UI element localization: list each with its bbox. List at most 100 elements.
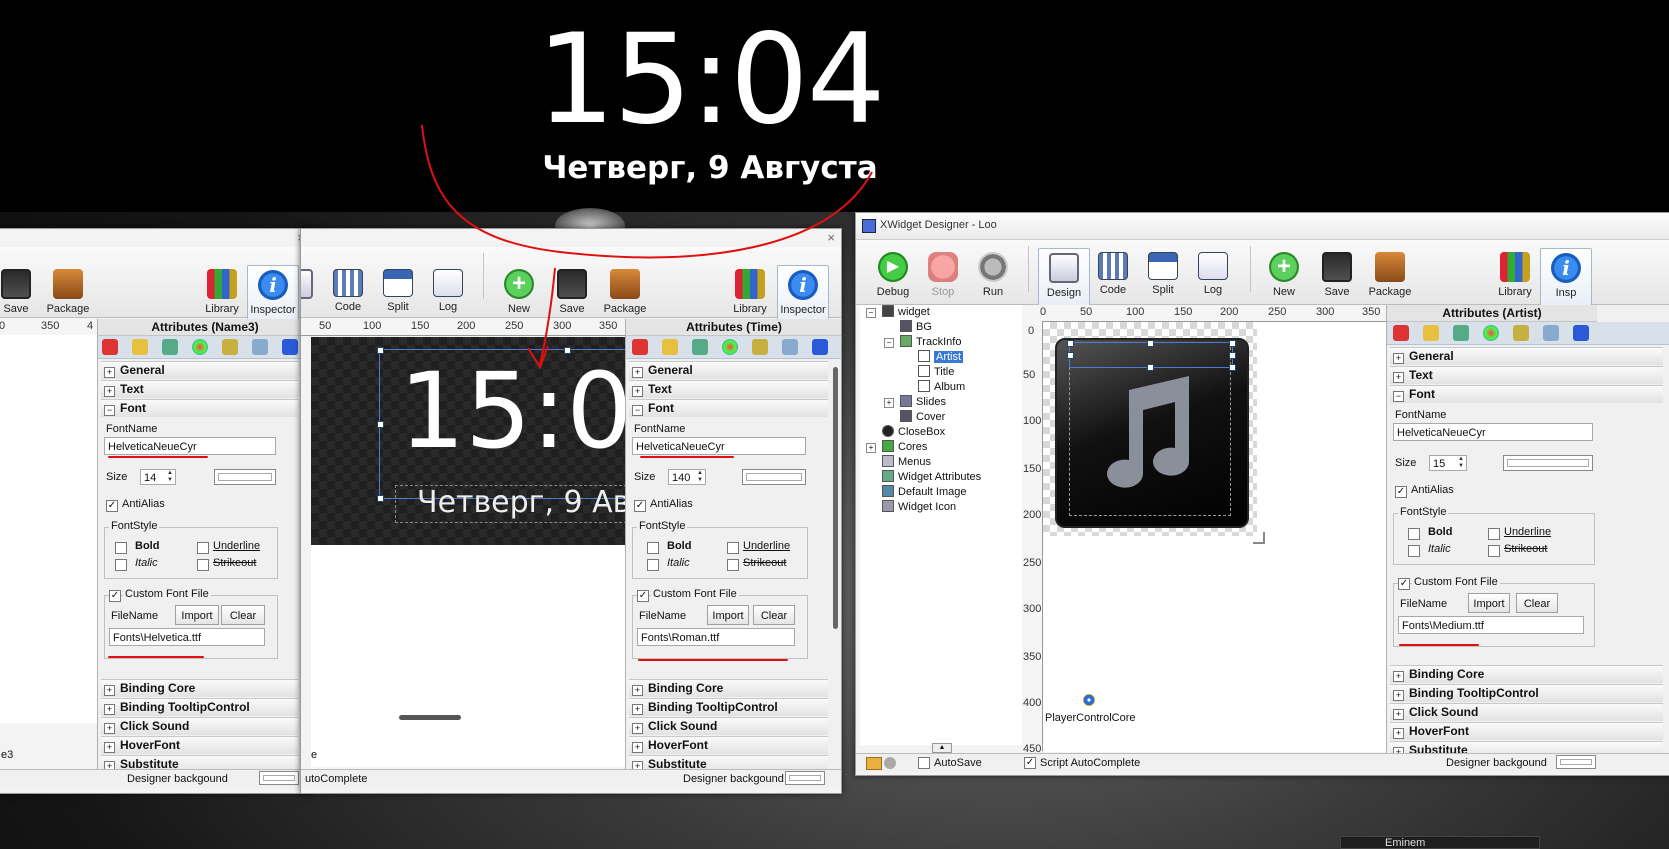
section-binding-core[interactable]: + Binding Core: [629, 679, 828, 697]
custom-font-checkbox[interactable]: ✓: [109, 590, 121, 602]
settings-icon[interactable]: [884, 757, 896, 769]
color-wheel-icon[interactable]: [192, 339, 208, 355]
left-canvas[interactable]: [0, 335, 97, 723]
horizontal-scrollbar[interactable]: [399, 715, 461, 720]
ruler-icon[interactable]: [662, 339, 678, 355]
inspector-button[interactable]: i Insp: [1540, 248, 1592, 310]
attributes-scrollbar[interactable]: [833, 367, 838, 629]
section-hoverfont[interactable]: + HoverFont: [101, 736, 298, 754]
new-button[interactable]: + New: [1259, 252, 1309, 298]
section-general[interactable]: + General: [101, 361, 298, 379]
resize-handle[interactable]: [1229, 364, 1236, 371]
tree-item-widget-attributes[interactable]: Widget Attributes: [882, 470, 981, 485]
cube-icon[interactable]: [752, 339, 768, 355]
font-file-input[interactable]: Fonts\Helvetica.ttf: [109, 628, 265, 646]
fontname-input[interactable]: HelveticaNeueCyr: [1393, 423, 1593, 441]
font-file-input[interactable]: Fonts\Roman.ttf: [637, 628, 795, 646]
section-substitute[interactable]: + Substitute: [1390, 741, 1663, 753]
bold-checkbox[interactable]: [647, 542, 659, 554]
folder-icon[interactable]: [866, 757, 882, 770]
calendar-icon[interactable]: [102, 339, 118, 355]
resize-handle[interactable]: [377, 347, 384, 354]
italic-checkbox[interactable]: [647, 559, 659, 571]
section-click-sound[interactable]: + Click Sound: [101, 717, 298, 735]
split-button[interactable]: Split: [373, 269, 423, 313]
strikeout-checkbox[interactable]: [1488, 545, 1500, 557]
section-text[interactable]: + Text: [101, 380, 298, 398]
design-button-cut[interactable]: n: [301, 269, 323, 315]
resize-handle[interactable]: [1067, 340, 1074, 347]
clear-button[interactable]: Clear: [753, 605, 795, 625]
middle-canvas-preview[interactable]: 15:0 Четверг, 9 Ав: [311, 337, 641, 545]
tree-item-default-image[interactable]: Default Image: [882, 485, 966, 500]
italic-checkbox[interactable]: [1408, 545, 1420, 557]
custom-font-checkbox[interactable]: ✓: [1398, 578, 1410, 590]
import-button[interactable]: Import: [1468, 593, 1510, 613]
section-hoverfont[interactable]: + HoverFont: [629, 736, 828, 754]
antialias-checkbox[interactable]: ✓: [1395, 486, 1407, 498]
design-button[interactable]: Design: [1038, 248, 1090, 310]
size-stepper[interactable]: 15: [1429, 455, 1467, 471]
color-picker[interactable]: [742, 469, 806, 485]
color-picker[interactable]: [1503, 455, 1593, 471]
player-control-core-icon[interactable]: [1083, 694, 1095, 706]
package-button[interactable]: Package: [43, 269, 93, 315]
tree-expander[interactable]: +: [884, 398, 894, 408]
calendar-icon[interactable]: [1393, 325, 1409, 341]
layers-icon[interactable]: [162, 339, 178, 355]
strikeout-checkbox[interactable]: [727, 559, 739, 571]
tree-item-menus[interactable]: Menus: [882, 455, 931, 470]
layers-icon[interactable]: [692, 339, 708, 355]
fontname-input[interactable]: HelveticaNeueCyr: [632, 437, 806, 455]
library-button[interactable]: Library: [197, 269, 247, 315]
cube-icon[interactable]: [222, 339, 238, 355]
italic-checkbox[interactable]: [115, 559, 127, 571]
cube-icon[interactable]: [1513, 325, 1529, 341]
section-binding-tooltip[interactable]: + Binding TooltipControl: [1390, 684, 1663, 702]
antialias-checkbox[interactable]: ✓: [106, 500, 118, 512]
debug-button[interactable]: ▶ Debug: [868, 252, 918, 298]
resize-handle[interactable]: [1229, 352, 1236, 359]
package-button[interactable]: Package: [600, 269, 650, 315]
resize-handle[interactable]: [377, 421, 384, 428]
run-button[interactable]: Run: [968, 252, 1018, 298]
section-font[interactable]: − Font: [629, 399, 828, 417]
resize-handle[interactable]: [1147, 340, 1154, 347]
middle-canvas-white[interactable]: [311, 545, 627, 767]
section-general[interactable]: + General: [1390, 347, 1663, 365]
section-binding-core[interactable]: + Binding Core: [101, 679, 298, 697]
ruler-icon[interactable]: [1423, 325, 1439, 341]
box-icon[interactable]: [812, 339, 828, 355]
section-font[interactable]: − Font: [101, 399, 298, 417]
designer-bg-swatch[interactable]: [259, 771, 299, 785]
tree-item-bg[interactable]: BG: [900, 320, 932, 335]
code-button[interactable]: Code: [1088, 252, 1138, 296]
section-text[interactable]: + Text: [1390, 366, 1663, 384]
title-bar[interactable]: XWidget Designer - Loo: [856, 213, 1669, 240]
gear-icon[interactable]: [1543, 325, 1559, 341]
tree-item-artist[interactable]: Artist: [918, 350, 964, 365]
section-general[interactable]: + General: [629, 361, 828, 379]
underline-checkbox[interactable]: [1488, 528, 1500, 540]
custom-font-checkbox[interactable]: ✓: [637, 590, 649, 602]
tree-item-cover[interactable]: Cover: [900, 410, 945, 425]
color-picker[interactable]: [214, 469, 276, 485]
tree-item-title[interactable]: Title: [918, 365, 954, 380]
tree-item-trackinfo[interactable]: TrackInfo: [900, 335, 961, 350]
tree-item-slides[interactable]: Slides: [900, 395, 946, 410]
section-text[interactable]: + Text: [629, 380, 828, 398]
import-button[interactable]: Import: [707, 605, 749, 625]
split-button[interactable]: Split: [1138, 252, 1188, 296]
layers-icon[interactable]: [1453, 325, 1469, 341]
font-file-input[interactable]: Fonts\Medium.ttf: [1398, 616, 1584, 634]
calendar-icon[interactable]: [632, 339, 648, 355]
gear-icon[interactable]: [782, 339, 798, 355]
taskbar-item[interactable]: Eminem: [1340, 836, 1540, 849]
bold-checkbox[interactable]: [115, 542, 127, 554]
code-button[interactable]: Code: [323, 269, 373, 313]
clear-button[interactable]: Clear: [1516, 593, 1558, 613]
save-button[interactable]: Save: [0, 269, 41, 315]
tree-item-widget[interactable]: widget: [882, 305, 930, 320]
log-button[interactable]: Log: [423, 269, 473, 313]
tree-expander[interactable]: +: [866, 443, 876, 453]
